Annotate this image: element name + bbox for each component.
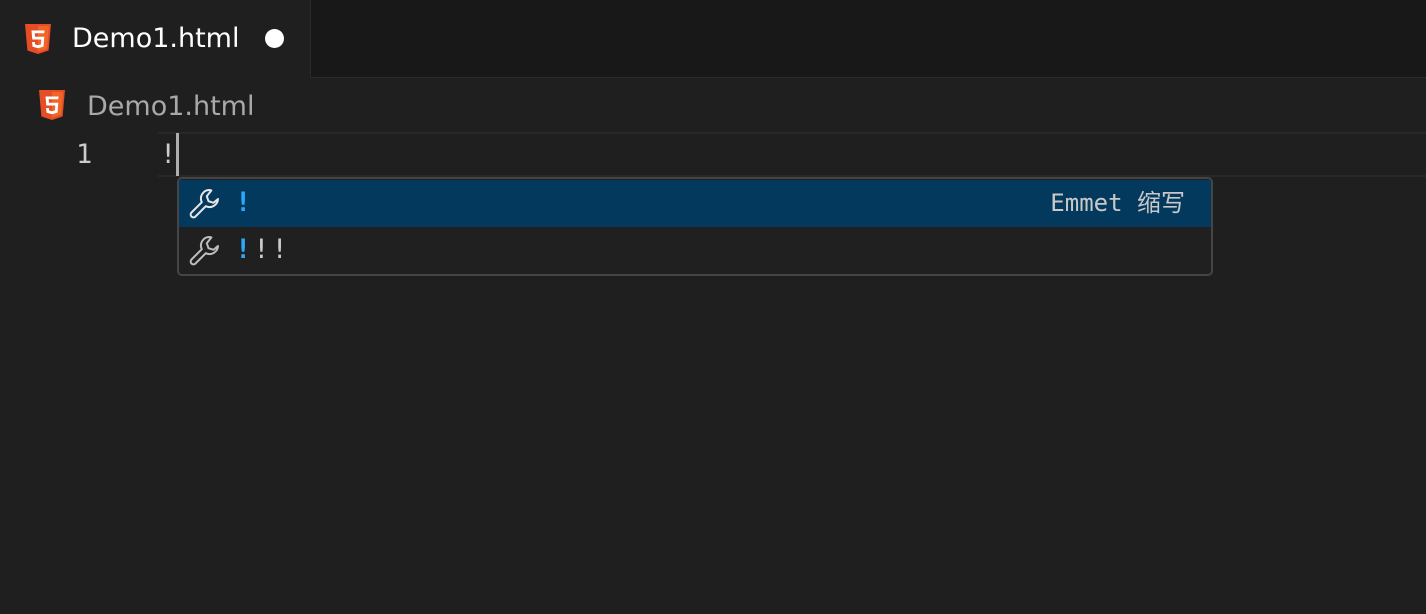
suggest-item-emmet-abbreviation[interactable]: ! Emmet 缩写 [179,180,1211,227]
text-cursor [176,133,179,176]
tab-bar: Demo1.html [0,0,1426,78]
tab-label: Demo1.html [72,23,240,54]
wrench-icon [189,236,219,266]
suggest-item[interactable]: !!! [179,227,1211,274]
suggest-item-label: ! [235,187,254,218]
tab-demo1-html[interactable]: Demo1.html [0,0,311,78]
current-line-highlight [158,132,1426,177]
suggest-item-label: !!! [235,234,290,265]
suggest-item-detail: Emmet 缩写 [1050,189,1185,217]
line-number: 1 [76,139,93,170]
wrench-icon [189,189,219,219]
code-line[interactable]: ! [160,136,176,174]
unsaved-indicator-dot[interactable] [265,29,284,48]
breadcrumb: Demo1.html [0,78,1426,132]
html5-icon [39,90,65,120]
breadcrumb-file[interactable]: Demo1.html [87,90,254,124]
editor-window: Demo1.html Demo1.html 1 ! ! Emmet 缩写 !!! [0,0,1426,614]
html5-icon [25,24,51,54]
suggest-widget: ! Emmet 缩写 !!! [177,177,1213,276]
